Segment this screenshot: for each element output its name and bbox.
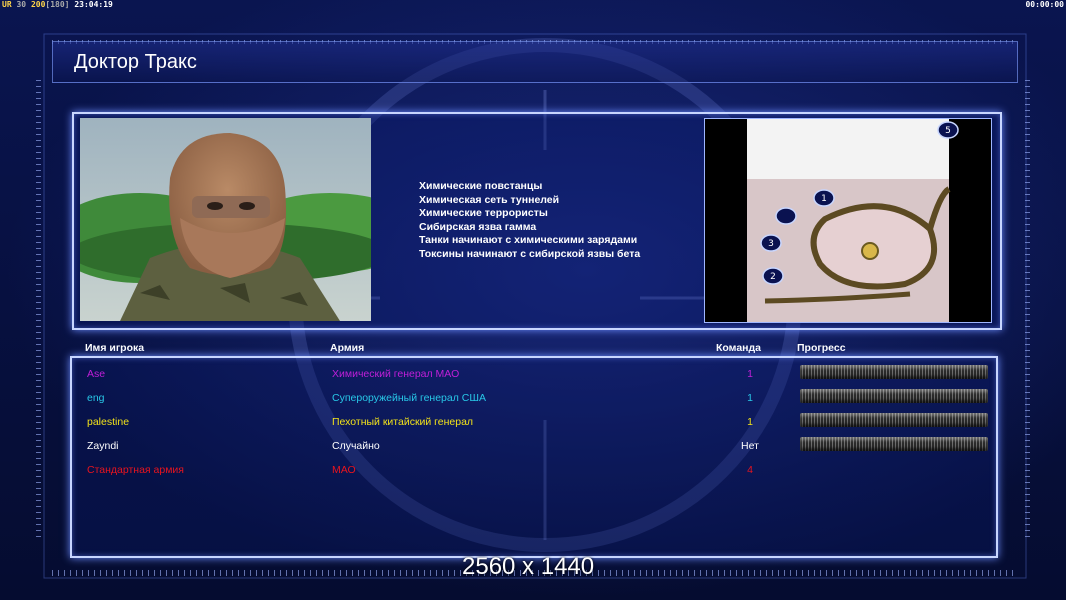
player-name: Ase <box>87 368 106 380</box>
player-army: Химический генерал МАО <box>332 368 460 380</box>
loading-progress-bar <box>800 365 988 379</box>
player-name: Стандартная армия <box>87 464 184 476</box>
left-ruler <box>36 80 41 540</box>
player-row: Стандартная армия МАО 4 <box>72 461 996 479</box>
player-army: Пехотный китайский генерал <box>332 416 474 428</box>
map-marker-label: 1 <box>821 194 827 204</box>
hud-game-timer: 00:00:00 <box>1025 0 1064 9</box>
map-marker-label: 5 <box>945 126 951 136</box>
general-features-list: Химические повстанцы Химическая сеть тун… <box>419 180 640 261</box>
feature-item: Химические террористы <box>419 207 548 219</box>
header-progress: Прогресс <box>797 342 846 354</box>
player-row: Ase Химический генерал МАО 1 <box>72 365 996 383</box>
hud-value-c: [180] <box>45 0 70 9</box>
feature-item: Танки начинают с химическими зарядами <box>419 234 638 246</box>
player-row: palestine Пехотный китайский генерал 1 <box>72 413 996 431</box>
player-army: Случайно <box>332 440 380 452</box>
resolution-label: 2560 x 1440 <box>462 553 595 580</box>
hud-value-a: 30 <box>16 0 27 9</box>
player-name: eng <box>87 392 105 404</box>
player-row: eng Супероружейный генерал США 1 <box>72 389 996 407</box>
minimap-preview: 1 2 3 5 <box>704 118 992 323</box>
hud-clock: 23:04:19 <box>74 0 113 9</box>
player-team: 4 <box>747 464 753 476</box>
player-army: МАО <box>332 464 356 476</box>
map-marker-empty <box>775 207 797 225</box>
player-list-panel: Ase Химический генерал МАО 1 eng Суперор… <box>70 356 998 558</box>
loading-progress-bar <box>800 389 988 403</box>
loading-progress-bar <box>800 413 988 427</box>
player-army: Супероружейный генерал США <box>332 392 486 404</box>
map-marker-3: 3 <box>760 234 782 252</box>
hud-value-b: 200 <box>30 0 46 9</box>
header-player-name: Имя игрока <box>85 342 145 354</box>
player-row: Zayndi Случайно Нет <box>72 437 996 455</box>
player-name: Zayndi <box>87 440 119 452</box>
map-marker-5: 5 <box>937 121 959 139</box>
general-title: Доктор Тракс <box>74 51 197 73</box>
general-portrait <box>80 118 371 321</box>
feature-item: Сибирская язва гамма <box>419 220 537 233</box>
map-marker-label: 3 <box>768 239 774 249</box>
hud-prefix: UR <box>2 0 12 9</box>
right-ruler <box>1025 80 1030 540</box>
player-name: palestine <box>87 416 130 428</box>
feature-item: Химическая сеть туннелей <box>419 193 560 206</box>
header-team: Команда <box>716 342 761 354</box>
player-team: Нет <box>741 440 759 452</box>
player-team: 1 <box>747 368 753 380</box>
map-marker-1: 1 <box>813 189 835 207</box>
hud-stats: UR 30 200[180] 23:04:19 <box>2 0 113 10</box>
header-army: Армия <box>330 342 365 354</box>
player-team: 1 <box>747 416 753 428</box>
feature-item: Химические повстанцы <box>419 180 543 192</box>
player-team: 1 <box>747 392 753 404</box>
map-marker-2: 2 <box>762 267 784 285</box>
loading-progress-bar <box>800 437 988 451</box>
map-marker-label: 2 <box>770 272 776 282</box>
feature-item: Токсины начинают с сибирской язвы бета <box>419 247 641 260</box>
